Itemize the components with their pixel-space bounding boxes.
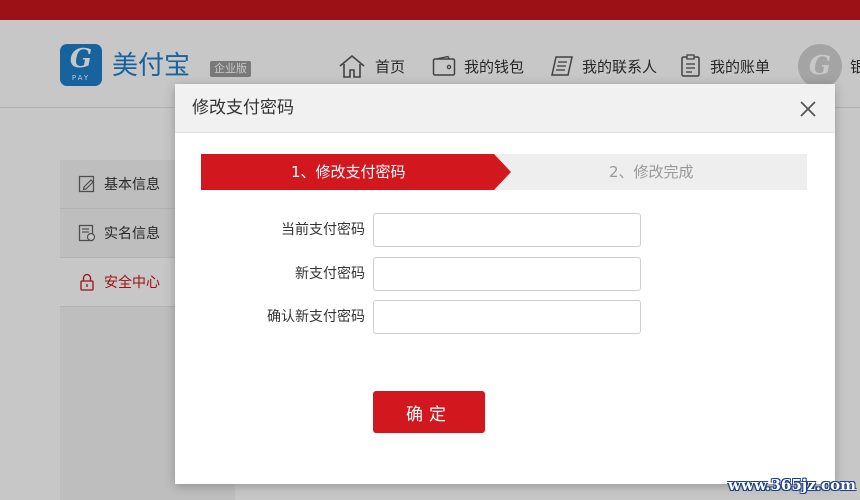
confirm-button[interactable]: 确定	[373, 391, 485, 433]
step-progress: 1、修改支付密码 2、修改完成	[201, 154, 807, 190]
new-password-input[interactable]	[373, 257, 641, 291]
form-row-current-password: 当前支付密码	[175, 213, 835, 247]
current-password-input[interactable]	[373, 213, 641, 247]
form-row-confirm-password: 确认新支付密码	[175, 300, 835, 334]
dialog-header: 修改支付密码	[175, 84, 835, 133]
dialog-title: 修改支付密码	[192, 98, 294, 118]
confirm-password-input[interactable]	[373, 300, 641, 334]
confirm-password-label: 确认新支付密码	[267, 309, 365, 325]
step-next: 2、修改完成	[609, 163, 694, 181]
current-password-label: 当前支付密码	[281, 222, 365, 238]
new-password-label: 新支付密码	[295, 266, 365, 282]
change-password-dialog: 修改支付密码 1、修改支付密码 2、修改完成 当前支付密码 新支付密码 确认新支…	[175, 84, 835, 484]
close-icon[interactable]	[799, 100, 817, 118]
site-watermark: www.365jz.com	[728, 476, 856, 494]
form-row-new-password: 新支付密码	[175, 257, 835, 291]
step-current: 1、修改支付密码	[201, 154, 511, 190]
